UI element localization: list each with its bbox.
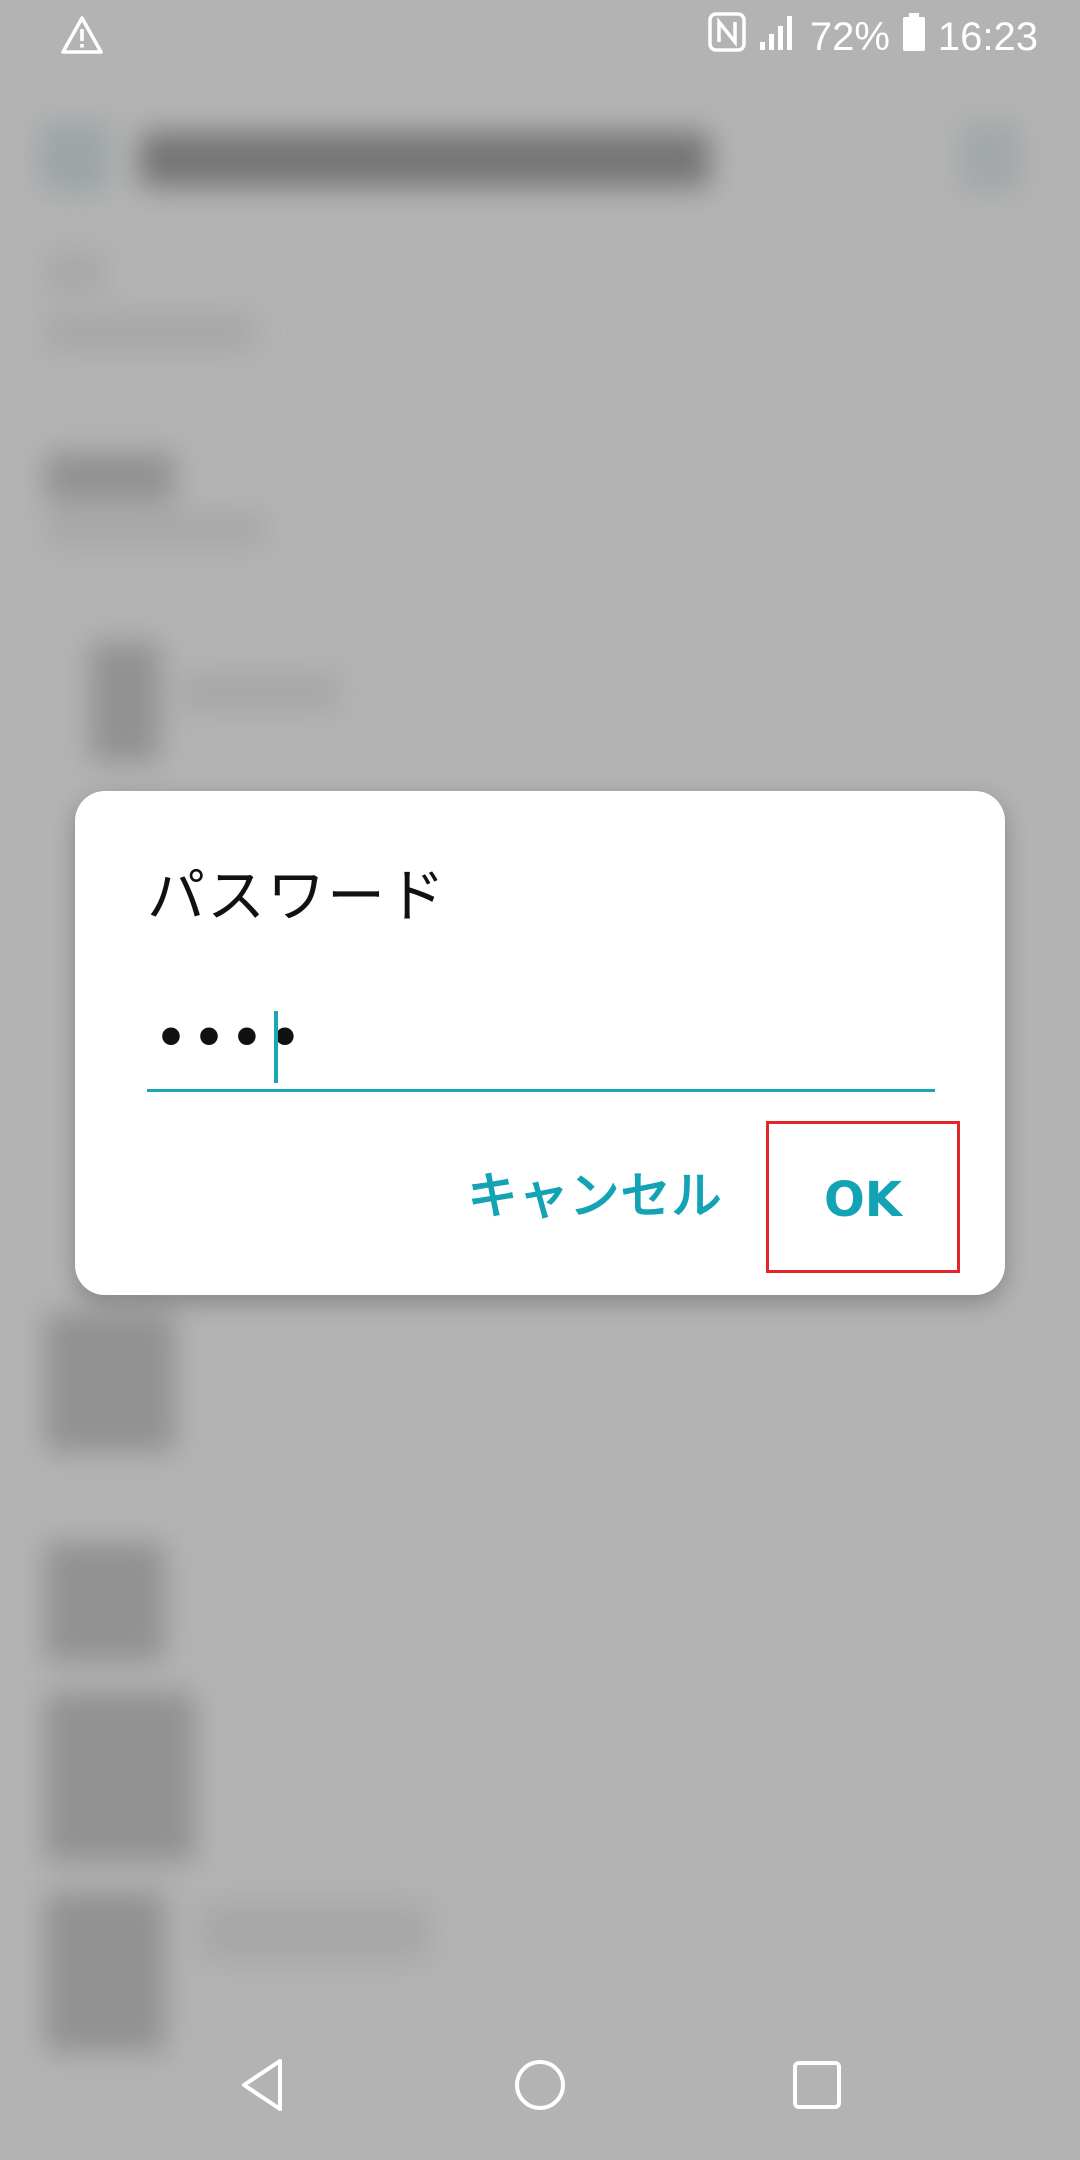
warning-icon <box>60 14 104 58</box>
status-bar: 72% 16:23 <box>0 0 1080 72</box>
bg-row <box>200 1902 430 1962</box>
home-icon[interactable] <box>500 2045 580 2125</box>
bg-row <box>45 512 265 547</box>
bg-row <box>45 452 175 502</box>
bg-row <box>45 1312 175 1452</box>
ok-button[interactable]: OK <box>766 1121 960 1273</box>
bg-row <box>45 252 105 292</box>
bg-row <box>45 312 255 352</box>
bg-header-right <box>960 122 1020 192</box>
clock: 16:23 <box>937 14 1038 59</box>
battery-icon <box>902 12 926 62</box>
password-masked-value: •••• <box>155 1009 307 1067</box>
nfc-icon <box>708 12 746 62</box>
password-dialog: パスワード •••• キャンセル OK <box>75 791 1005 1295</box>
cancel-button[interactable]: キャンセル <box>465 1151 725 1241</box>
recents-icon[interactable] <box>777 2045 857 2125</box>
signal-icon <box>758 12 798 62</box>
password-field[interactable]: •••• <box>147 999 935 1092</box>
status-right: 72% 16:23 <box>708 10 1038 64</box>
battery-percent: 72% <box>809 14 890 59</box>
dialog-title: パスワード <box>147 862 448 930</box>
bg-row <box>180 672 340 712</box>
bg-row <box>90 642 160 762</box>
bg-app-title <box>140 132 710 187</box>
text-cursor <box>274 1011 278 1083</box>
dialog-actions: キャンセル OK <box>75 1121 1005 1273</box>
bg-app-icon <box>40 122 110 192</box>
bg-row <box>45 1692 195 1862</box>
bg-row <box>45 1542 165 1662</box>
back-icon[interactable] <box>222 2045 302 2125</box>
navigation-bar <box>0 2010 1080 2160</box>
